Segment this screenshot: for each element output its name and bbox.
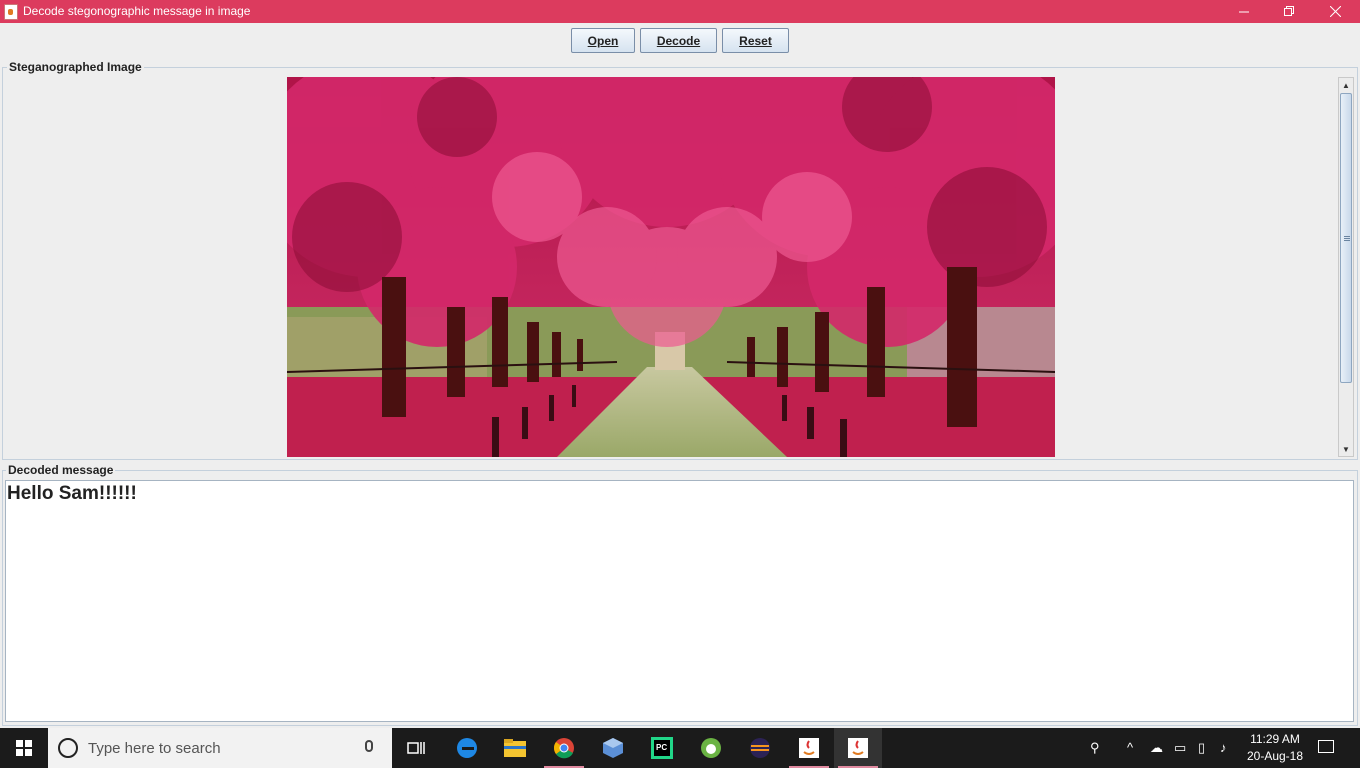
folder-icon (504, 739, 526, 757)
microphone-icon[interactable] (365, 740, 373, 752)
show-hidden-icons-chevron-icon[interactable]: ^ (1127, 740, 1133, 755)
java-app-button[interactable] (785, 728, 833, 768)
taskbar: Type here to search PC ⚲ ^ ☁ ▭ ▯ ♪ 11:29… (0, 728, 1360, 768)
volume-icon[interactable]: ♪ (1220, 740, 1227, 755)
chrome-button[interactable] (540, 728, 588, 768)
clock-time: 11:29 AM (1250, 732, 1300, 746)
action-center-notification-icon[interactable] (1318, 740, 1334, 753)
search-placeholder: Type here to search (88, 740, 221, 757)
system-clock[interactable]: 11:29 AM 20-Aug-18 (1244, 731, 1306, 765)
java-icon (848, 738, 868, 758)
scrollbar-thumb[interactable] (1340, 93, 1352, 383)
pycharm-icon: PC (651, 737, 673, 759)
minimize-button[interactable] (1221, 0, 1267, 23)
decoded-message-textarea[interactable]: Hello Sam!!!!!! (5, 480, 1354, 722)
minimize-icon (1238, 11, 1249, 13)
task-view-button[interactable] (392, 728, 440, 768)
close-button[interactable] (1312, 0, 1358, 23)
title-bar: Decode stegonographic message in image (0, 0, 1360, 23)
taskbar-search-box[interactable]: Type here to search (48, 728, 392, 768)
windows-logo-icon (16, 740, 32, 756)
java-app-button-active[interactable] (834, 728, 882, 768)
cortana-icon (58, 738, 78, 758)
scroll-up-arrow-icon[interactable]: ▲ (1339, 78, 1353, 92)
virtualbox-button[interactable] (589, 728, 637, 768)
image-panel-title: Steganographed Image (7, 60, 144, 74)
battery-icon[interactable]: ▭ (1174, 740, 1186, 756)
edge-icon (457, 738, 477, 758)
svg-text:PC: PC (656, 743, 667, 752)
message-panel-title: Decoded message (6, 463, 116, 477)
scroll-down-arrow-icon[interactable]: ▼ (1339, 442, 1353, 456)
network-icon[interactable]: ▯ (1198, 740, 1205, 756)
open-button[interactable]: Open (571, 28, 635, 53)
people-icon[interactable]: ⚲ (1090, 740, 1100, 756)
file-explorer-button[interactable] (491, 728, 539, 768)
close-icon (1329, 6, 1341, 17)
onedrive-cloud-icon[interactable]: ☁ (1150, 740, 1163, 756)
java-app-icon (4, 4, 18, 20)
window-title: Decode stegonographic message in image (23, 4, 251, 18)
clock-date: 20-Aug-18 (1246, 749, 1304, 763)
pycharm-button[interactable]: PC (638, 728, 686, 768)
restore-button[interactable] (1266, 0, 1312, 23)
java-icon (799, 738, 819, 758)
edge-button[interactable] (443, 728, 491, 768)
task-view-icon (407, 742, 425, 754)
start-button[interactable] (0, 728, 48, 768)
restore-icon (1283, 6, 1294, 16)
android-studio-icon (701, 738, 721, 758)
eclipse-button[interactable] (736, 728, 784, 768)
eclipse-icon (750, 738, 770, 758)
steganographed-image (287, 77, 1055, 457)
image-panel-scrollbar[interactable]: ▲ ▼ (1338, 77, 1354, 457)
chrome-icon (554, 738, 574, 759)
reset-button[interactable]: Reset (722, 28, 789, 53)
virtualbox-icon (603, 738, 623, 758)
decode-button[interactable]: Decode (640, 28, 717, 53)
android-studio-button[interactable] (687, 728, 735, 768)
